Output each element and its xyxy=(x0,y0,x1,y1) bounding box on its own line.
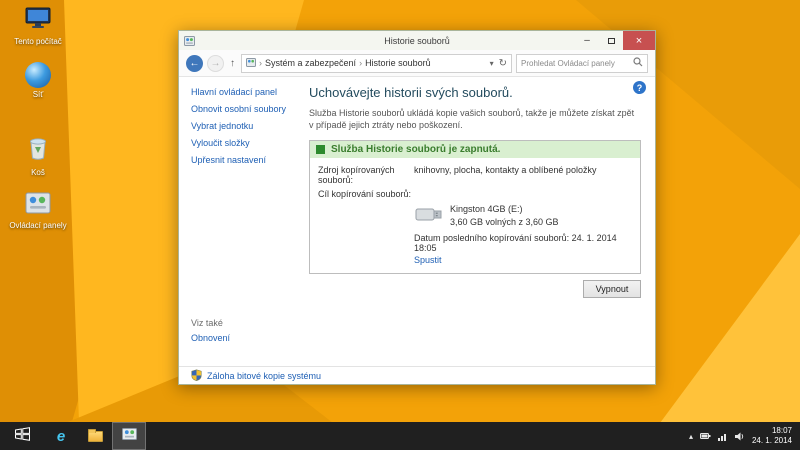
drive-name: Kingston 4GB (E:) xyxy=(450,203,559,216)
sidebar-item-select-drive[interactable]: Vybrat jednotku xyxy=(191,121,307,131)
network-icon[interactable] xyxy=(718,432,728,441)
crumb-separator-icon: › xyxy=(259,58,262,68)
drive-free-space: 3,60 GB volných z 3,60 GB xyxy=(450,216,559,229)
desktop-icon-control-panel[interactable]: Ovládací panely xyxy=(6,192,70,231)
internet-explorer-icon: e xyxy=(57,428,65,445)
bottom-bar: Záloha bitové kopie systému xyxy=(179,366,655,384)
status-text: Služba Historie souborů je zapnutá. xyxy=(331,144,500,155)
page-title: Uchovávejte historii svých souborů. xyxy=(309,85,641,100)
recycle-bin-icon xyxy=(27,134,49,166)
status-box: Služba Historie souborů je zapnutá. Zdro… xyxy=(309,140,641,274)
window-icon xyxy=(184,36,195,46)
maximize-icon xyxy=(608,38,615,44)
last-copy-date: Datum posledního kopírování souborů: 24.… xyxy=(414,233,632,253)
sidebar: Hlavní ovládací panel Obnovit osobní sou… xyxy=(191,87,307,172)
page-description: Služba Historie souborů ukládá kopie vaš… xyxy=(309,107,641,131)
desktop-icon-label: Koš xyxy=(31,168,45,178)
crumb-separator-icon: › xyxy=(359,58,362,68)
hidden-icons-chevron-icon[interactable]: ▴ xyxy=(689,432,693,441)
maximize-button[interactable] xyxy=(599,31,623,50)
address-location-icon xyxy=(246,58,256,69)
start-button[interactable] xyxy=(0,422,44,450)
desktop-icon-recycle-bin[interactable]: Koš xyxy=(6,134,70,178)
copy-source-label: Zdroj kopírovaných souborů: xyxy=(318,165,414,185)
navigation-toolbar: ← → ↑ › Systém a zabezpečení › Historie … xyxy=(179,50,655,77)
taskbar: e ▴ xyxy=(0,422,800,450)
control-panel-icon xyxy=(122,427,137,445)
see-also-label: Viz také xyxy=(191,318,230,328)
refresh-icon[interactable]: ↻ xyxy=(499,58,507,69)
forward-button[interactable]: → xyxy=(207,55,224,72)
title-bar[interactable]: Historie souborů – × xyxy=(179,31,655,50)
control-panel-icon xyxy=(25,192,51,219)
desktop-icon-label: Ovládací panely xyxy=(9,221,66,231)
folder-icon xyxy=(88,431,103,442)
computer-icon xyxy=(25,6,51,35)
file-history-window: Historie souborů – × ← → ↑ › Systém a za… xyxy=(178,30,656,385)
minimize-button[interactable]: – xyxy=(575,31,599,50)
desktop-icon-label: Síť xyxy=(33,90,44,100)
power-icon[interactable] xyxy=(700,432,711,440)
sidebar-item-exclude-folders[interactable]: Vyloučit složky xyxy=(191,138,307,148)
search-icon[interactable] xyxy=(633,54,643,72)
taskbar-item-file-explorer[interactable] xyxy=(78,422,112,450)
windows-logo-icon xyxy=(14,427,31,446)
taskbar-item-internet-explorer[interactable]: e xyxy=(44,422,78,450)
see-also-link-recovery[interactable]: Obnovení xyxy=(191,333,230,343)
breadcrumb[interactable]: › Systém a zabezpečení › Historie soubor… xyxy=(241,54,512,73)
clock-date: 24. 1. 2014 xyxy=(752,436,792,446)
uac-shield-icon xyxy=(191,369,202,383)
desktop-icon-network[interactable]: Síť xyxy=(6,62,70,100)
network-globe-icon xyxy=(25,62,51,88)
breadcrumb-item-file-history[interactable]: Historie souborů xyxy=(365,58,431,68)
status-banner: Služba Historie souborů je zapnutá. xyxy=(310,141,640,158)
taskbar-clock[interactable]: 18:07 24. 1. 2014 xyxy=(752,426,792,446)
window-content: ? Hlavní ovládací panel Obnovit osobní s… xyxy=(179,77,655,384)
taskbar-item-control-panel-active[interactable] xyxy=(112,422,146,450)
sidebar-item-control-panel-home[interactable]: Hlavní ovládací panel xyxy=(191,87,307,97)
see-also-link-system-image-backup[interactable]: Záloha bitové kopie systému xyxy=(207,371,321,381)
volume-icon[interactable] xyxy=(735,432,745,441)
copy-target-label: Cíl kopírování souborů: xyxy=(318,189,414,199)
search-box[interactable] xyxy=(516,54,648,73)
sidebar-item-advanced-settings[interactable]: Upřesnit nastavení xyxy=(191,155,307,165)
address-dropdown-icon[interactable]: ▾ xyxy=(490,59,494,68)
search-input[interactable] xyxy=(521,59,633,68)
back-button[interactable]: ← xyxy=(186,55,203,72)
close-button[interactable]: × xyxy=(623,31,655,50)
sidebar-item-restore-personal-files[interactable]: Obnovit osobní soubory xyxy=(191,104,307,114)
breadcrumb-item-system-security[interactable]: Systém a zabezpečení xyxy=(265,58,356,68)
desktop-icon-this-pc[interactable]: Tento počítač xyxy=(6,6,70,47)
turn-off-button[interactable]: Vypnout xyxy=(583,280,641,298)
up-button[interactable]: ↑ xyxy=(228,58,237,69)
status-on-icon xyxy=(316,145,325,154)
usb-drive-icon xyxy=(414,203,444,227)
system-tray: ▴ 18:07 24. 1. 2014 xyxy=(689,426,800,446)
copy-source-value: knihovny, plocha, kontakty a oblíbené po… xyxy=(414,165,596,185)
clock-time: 18:07 xyxy=(752,426,792,436)
main-panel: Uchovávejte historii svých souborů. Služ… xyxy=(309,85,641,298)
see-also-section: Viz také Obnovení xyxy=(191,318,230,350)
desktop-icon-label: Tento počítač xyxy=(14,37,62,47)
run-now-link[interactable]: Spustit xyxy=(414,255,442,265)
